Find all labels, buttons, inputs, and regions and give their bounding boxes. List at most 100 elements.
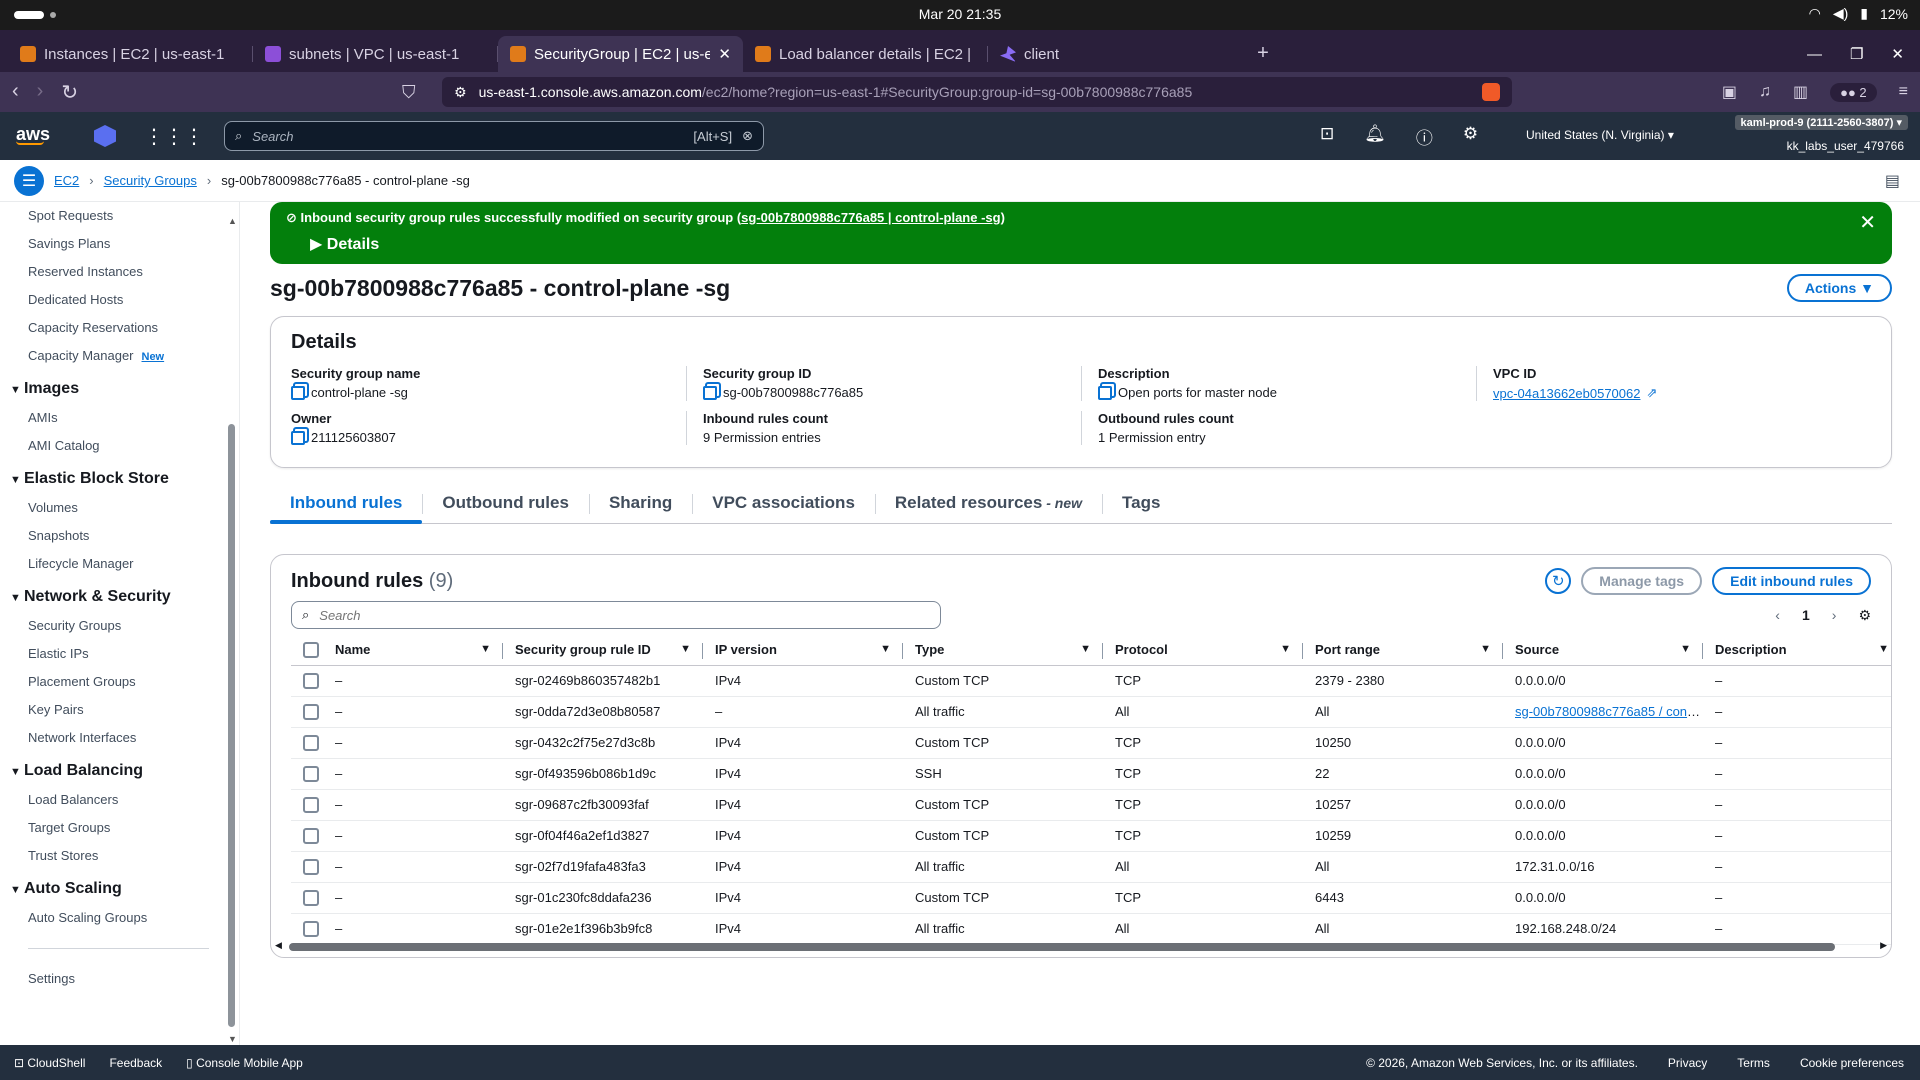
sidebar-item[interactable]: Volumes	[0, 494, 239, 522]
tab-vpc-associations[interactable]: VPC associations	[692, 486, 875, 523]
row-checkbox[interactable]	[303, 889, 319, 906]
aws-logo[interactable]: aws	[16, 125, 56, 145]
sort-caret-icon[interactable]: ▼	[680, 643, 691, 655]
table-row[interactable]: – sgr-09687c2fb30093faf IPv4 Custom TCP TCP 1…	[291, 789, 1891, 821]
close-window-icon[interactable]: ✕	[1891, 45, 1904, 63]
edit-inbound-rules-button[interactable]: Edit inbound rules	[1712, 567, 1871, 595]
sort-caret-icon[interactable]: ▼	[1680, 643, 1691, 655]
scroll-down-icon[interactable]: ▼	[228, 1034, 237, 1044]
row-checkbox[interactable]	[303, 858, 319, 875]
manage-tags-button[interactable]: Manage tags	[1581, 567, 1703, 595]
sidebar-item[interactable]: Snapshots	[0, 522, 239, 550]
cloudshell-link[interactable]: ⊡ CloudShell	[14, 1056, 85, 1070]
row-checkbox[interactable]	[303, 827, 319, 844]
sidebar-section[interactable]: ▼ Load Balancing	[0, 752, 239, 786]
breadcrumb-security-groups[interactable]: Security Groups	[104, 173, 197, 188]
browser-menu-icon[interactable]: ≡	[1899, 83, 1908, 101]
sidebar-item[interactable]: Elastic IPs	[0, 640, 239, 668]
actions-button[interactable]: Actions ▼	[1786, 274, 1892, 302]
select-all-checkbox[interactable]	[303, 642, 319, 659]
table-row[interactable]: – sgr-0f493596b086b1d9c IPv4 SSH TCP 22 0.0.0.…	[291, 758, 1891, 790]
table-row[interactable]: – sgr-02f7d19fafa483fa3 IPv4 All traffic All…	[291, 851, 1891, 883]
sidebar-item[interactable]: Placement Groups	[0, 668, 239, 696]
tab-outbound-rules[interactable]: Outbound rules	[422, 486, 589, 523]
browser-tab[interactable]: SecurityGroup | EC2 | us-e ✕	[498, 36, 743, 72]
row-checkbox[interactable]	[303, 703, 319, 720]
sidebar-item[interactable]: Load Balancers	[0, 786, 239, 814]
sort-caret-icon[interactable]: ▼	[1878, 643, 1889, 655]
sidebar-item[interactable]: Trust Stores	[0, 842, 239, 870]
url-bar[interactable]: ⚙ us-east-1.console.aws.amazon.com/ec2/h…	[442, 77, 1512, 107]
browser-tab[interactable]: Instances | EC2 | us-east-1	[8, 36, 253, 72]
scroll-left-icon[interactable]: ◀	[275, 940, 282, 951]
settings-icon[interactable]: ⚙	[1463, 124, 1478, 149]
scroll-up-icon[interactable]: ▲	[228, 216, 237, 226]
nav-menu-icon[interactable]: ☰	[14, 165, 44, 196]
services-grid-icon[interactable]: ⋮⋮⋮	[144, 124, 204, 149]
table-scroll-thumb[interactable]	[289, 943, 1835, 951]
tab-tags[interactable]: Tags	[1102, 486, 1180, 523]
rules-search[interactable]: ⌕	[291, 601, 941, 629]
sidebar-section[interactable]: ▼ Images	[0, 370, 239, 404]
vpc-id-link[interactable]: vpc-04a13662eb0570062	[1493, 386, 1640, 401]
preferences-gear-icon[interactable]: ⚙	[1858, 607, 1871, 624]
maximize-icon[interactable]: ❐	[1850, 45, 1863, 63]
terms-link[interactable]: Terms	[1737, 1056, 1770, 1070]
column-header[interactable]: Security group rule ID ▼	[503, 635, 703, 666]
source-sg-link[interactable]: sg-00b7800988c776a85 / control-plane -sg	[1515, 704, 1703, 719]
next-page-icon[interactable]: ›	[1832, 607, 1837, 623]
copy-icon[interactable]	[291, 385, 305, 400]
sidebar-item[interactable]: AMIs	[0, 404, 239, 432]
brave-shields-icon[interactable]	[1482, 83, 1500, 101]
row-checkbox[interactable]	[303, 672, 319, 689]
sidebar-item[interactable]: Target Groups	[0, 814, 239, 842]
tools-panel-icon[interactable]: ▤	[1885, 171, 1900, 191]
sort-caret-icon[interactable]: ▼	[1080, 643, 1091, 655]
sidebar-item[interactable]: AMI Catalog	[0, 432, 239, 460]
reader-icon[interactable]: ▣	[1722, 82, 1737, 102]
profile-button[interactable]: ●● 2	[1830, 82, 1877, 102]
user-name[interactable]: kk_labs_user_479766	[1787, 139, 1904, 153]
sidebar-item[interactable]: Key Pairs	[0, 696, 239, 724]
table-row[interactable]: – sgr-0432c2f75e27d3c8b IPv4 Custom TCP TCP 1…	[291, 727, 1891, 759]
feedback-link[interactable]: Feedback	[109, 1056, 162, 1070]
copy-icon[interactable]	[703, 385, 717, 400]
page-number[interactable]: 1	[1802, 607, 1810, 623]
sidebar-item[interactable]: Savings Plans	[0, 230, 239, 258]
refresh-icon[interactable]: ↻	[1545, 568, 1572, 594]
column-header[interactable]: Description ▼	[1703, 635, 1891, 666]
region-selector[interactable]: United States (N. Virginia) ▾	[1526, 128, 1674, 142]
favorites-hex-icon[interactable]	[94, 125, 116, 147]
close-icon[interactable]: ✕	[1859, 210, 1876, 235]
sort-caret-icon[interactable]: ▼	[1480, 643, 1491, 655]
sidebar-item[interactable]: Auto Scaling Groups	[0, 904, 239, 932]
scroll-right-icon[interactable]: ▶	[1880, 940, 1887, 951]
rules-search-input[interactable]	[319, 607, 930, 623]
sidebar-item[interactable]: Lifecycle Manager	[0, 550, 239, 578]
system-tray[interactable]: ◠ ◀) ▮ 12%	[1809, 5, 1908, 22]
back-icon[interactable]: ‹	[12, 80, 19, 105]
column-header[interactable]: Protocol ▼	[1103, 635, 1303, 666]
row-checkbox[interactable]	[303, 734, 319, 751]
sidebar-section[interactable]: ▼ Auto Scaling	[0, 870, 239, 904]
table-row[interactable]: – sgr-0dda72d3e08b80587 – All traffic All All…	[291, 696, 1891, 728]
sidebar-section[interactable]: ▼ Network & Security	[0, 578, 239, 612]
search-clear-icon[interactable]: ⊗	[742, 128, 753, 144]
table-row[interactable]: – sgr-01c230fc8ddafa236 IPv4 Custom TCP TCP 6…	[291, 882, 1891, 914]
browser-tab[interactable]: Load balancer details | EC2 | u	[743, 36, 988, 72]
external-link-icon[interactable]: ⇗	[1646, 385, 1657, 401]
browser-tab[interactable]: subnets | VPC | us-east-1	[253, 36, 498, 72]
clock[interactable]: Mar 20 21:35	[0, 6, 1920, 22]
close-tab-icon[interactable]: ✕	[718, 45, 731, 63]
flash-link[interactable]: sg-00b7800988c776a85 | control-plane -sg	[741, 210, 1000, 225]
sidebar-item[interactable]: Security Groups	[0, 612, 239, 640]
sidebar-item[interactable]: Reserved Instances	[0, 258, 239, 286]
row-checkbox[interactable]	[303, 796, 319, 813]
column-header[interactable]: Type ▼	[903, 635, 1103, 666]
row-checkbox[interactable]	[303, 765, 319, 782]
cookie-preferences-link[interactable]: Cookie preferences	[1800, 1056, 1904, 1070]
tab-sharing[interactable]: Sharing	[588, 486, 692, 523]
column-header[interactable]: Port range ▼	[1303, 635, 1503, 666]
sidebar-item[interactable]: Settings	[0, 965, 239, 993]
column-header[interactable]: IP version ▼	[703, 635, 903, 666]
